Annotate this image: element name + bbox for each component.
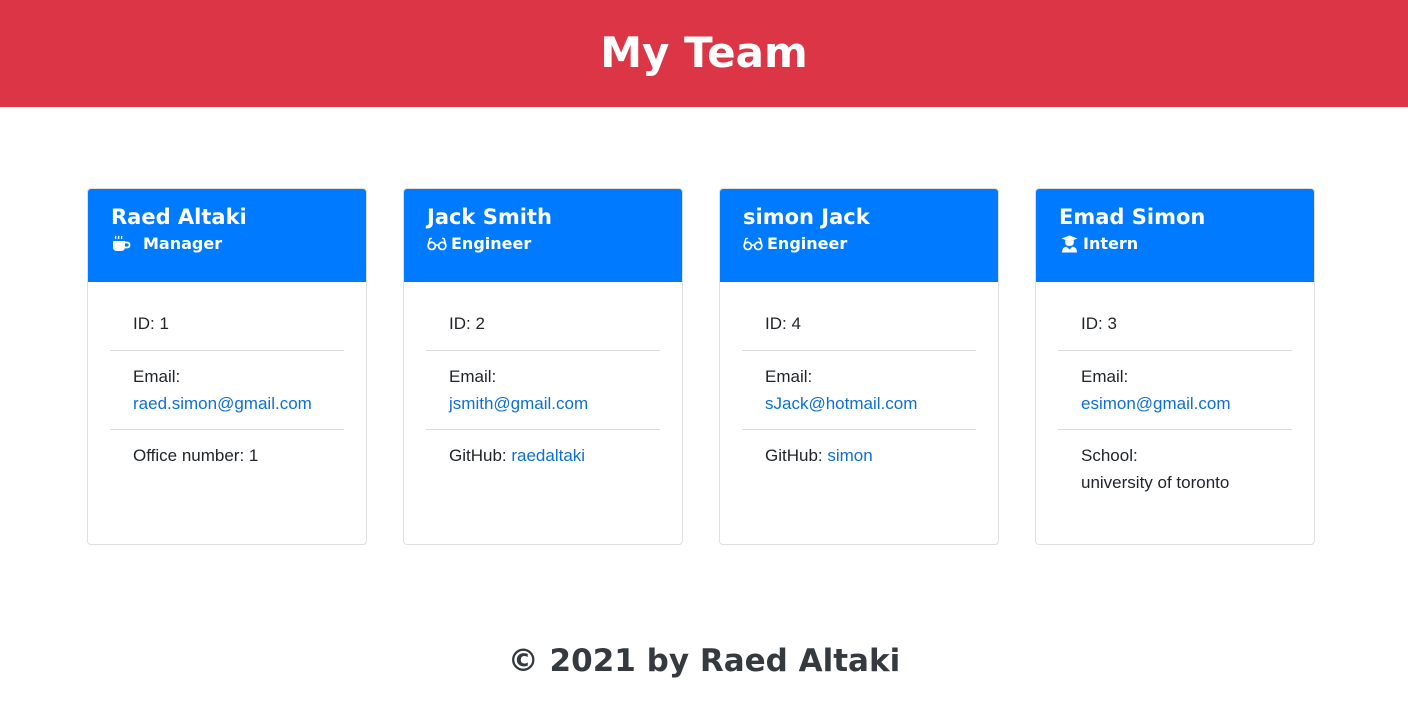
copyright-text: © 2021 by Raed Altaki bbox=[507, 643, 901, 679]
card-body: ID: 2 Email: jsmith@gmail.com GitHub: ra… bbox=[404, 282, 682, 481]
coffee-icon bbox=[111, 234, 131, 254]
employee-role: Engineer bbox=[427, 233, 659, 255]
id-text: ID: 4 bbox=[765, 314, 801, 333]
id-item: ID: 4 bbox=[742, 310, 976, 351]
card-header: simon Jack Engineer bbox=[720, 189, 998, 282]
glasses-icon bbox=[427, 234, 447, 254]
employee-card: simon Jack Engineer ID: 4 Email: sJack@h… bbox=[719, 188, 999, 545]
id-text: ID: 1 bbox=[133, 314, 169, 333]
school-item: School: university of toronto bbox=[1058, 430, 1292, 508]
school-label: School: bbox=[1081, 446, 1138, 465]
email-label: Email: bbox=[133, 367, 181, 386]
role-label: Engineer bbox=[451, 234, 532, 253]
employee-role: Manager bbox=[111, 233, 343, 255]
card-body: ID: 4 Email: sJack@hotmail.com GitHub: s… bbox=[720, 282, 998, 481]
employee-card: Raed Altaki Manager ID: 1 Email: raed.si… bbox=[87, 188, 367, 545]
role-label: Manager bbox=[143, 234, 223, 253]
id-text: ID: 3 bbox=[1081, 314, 1117, 333]
id-item: ID: 1 bbox=[110, 310, 344, 351]
id-text: ID: 2 bbox=[449, 314, 485, 333]
employee-name: Emad Simon bbox=[1059, 205, 1206, 229]
github-link[interactable]: simon bbox=[827, 446, 872, 465]
email-link[interactable]: raed.simon@gmail.com bbox=[133, 394, 312, 413]
id-item: ID: 2 bbox=[426, 310, 660, 351]
school-value: university of toronto bbox=[1081, 473, 1230, 492]
card-header: Jack Smith Engineer bbox=[404, 189, 682, 282]
github-label: GitHub: bbox=[765, 446, 828, 465]
employee-role: Intern bbox=[1059, 233, 1291, 255]
employee-card: Jack Smith Engineer ID: 2 Email: jsmith@… bbox=[403, 188, 683, 545]
graduate-icon bbox=[1059, 234, 1079, 254]
employee-name: Jack Smith bbox=[427, 205, 552, 229]
card-header: Raed Altaki Manager bbox=[88, 189, 366, 282]
email-item: Email: jsmith@gmail.com bbox=[426, 351, 660, 430]
github-link[interactable]: raedaltaki bbox=[511, 446, 585, 465]
email-label: Email: bbox=[765, 367, 813, 386]
employee-card: Emad Simon Intern ID: 3 Email: esimon@gm… bbox=[1035, 188, 1315, 545]
id-item: ID: 3 bbox=[1058, 310, 1292, 351]
team-cards: Raed Altaki Manager ID: 1 Email: raed.si… bbox=[87, 188, 1315, 545]
employee-name: Raed Altaki bbox=[111, 205, 247, 229]
employee-name: simon Jack bbox=[743, 205, 870, 229]
email-label: Email: bbox=[449, 367, 497, 386]
page-header: My Team bbox=[0, 0, 1408, 107]
email-link[interactable]: sJack@hotmail.com bbox=[765, 394, 917, 413]
email-label: Email: bbox=[1081, 367, 1129, 386]
email-link[interactable]: esimon@gmail.com bbox=[1081, 394, 1231, 413]
github-item: GitHub: raedaltaki bbox=[426, 430, 660, 481]
card-header: Emad Simon Intern bbox=[1036, 189, 1314, 282]
email-item: Email: esimon@gmail.com bbox=[1058, 351, 1292, 430]
glasses-icon bbox=[743, 234, 763, 254]
github-item: GitHub: simon bbox=[742, 430, 976, 481]
role-label: Intern bbox=[1083, 234, 1139, 253]
email-item: Email: sJack@hotmail.com bbox=[742, 351, 976, 430]
github-label: GitHub: bbox=[449, 446, 512, 465]
employee-role: Engineer bbox=[743, 233, 975, 255]
office-item: Office number: 1 bbox=[110, 430, 344, 481]
card-body: ID: 1 Email: raed.simon@gmail.com Office… bbox=[88, 282, 366, 481]
role-label: Engineer bbox=[767, 234, 848, 253]
email-item: Email: raed.simon@gmail.com bbox=[110, 351, 344, 430]
office-number: Office number: 1 bbox=[133, 446, 259, 465]
page-footer: © 2021 by Raed Altaki bbox=[0, 643, 1408, 679]
card-body: ID: 3 Email: esimon@gmail.com School: un… bbox=[1036, 282, 1314, 508]
email-link[interactable]: jsmith@gmail.com bbox=[449, 394, 588, 413]
page-title: My Team bbox=[600, 27, 808, 77]
